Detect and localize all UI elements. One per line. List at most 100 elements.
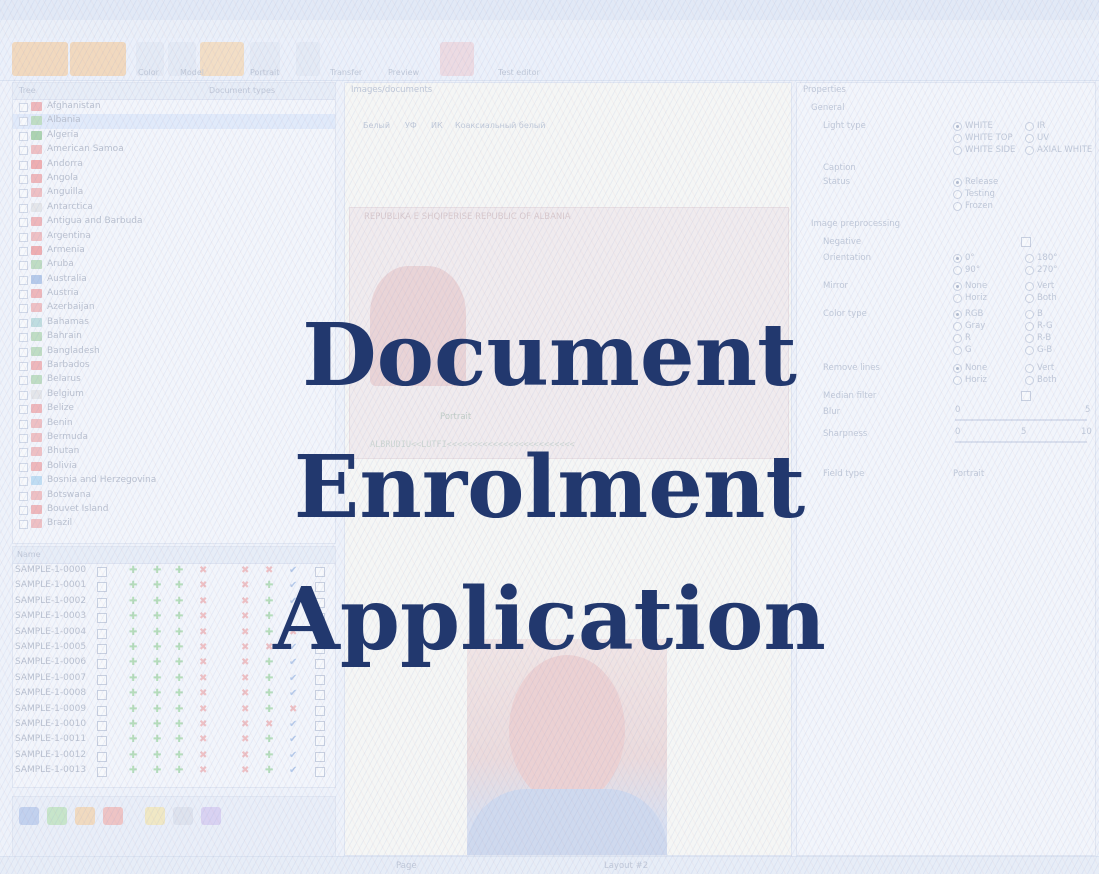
row-checkbox[interactable] [97, 767, 107, 778]
row-checkbox[interactable] [97, 720, 107, 731]
sample-row[interactable]: SAMPLE-1-0012 ✚ ✚ ✚ ✖ ✖ ✚ ✔ [13, 749, 335, 764]
orientation-0-radio[interactable] [953, 254, 962, 263]
status-mark-icon: ✚ [175, 718, 184, 730]
expand-icon[interactable] [19, 218, 28, 228]
add-icon[interactable] [19, 807, 39, 825]
row-checkbox[interactable] [97, 705, 107, 716]
negative-label: Negative [823, 237, 862, 247]
country-item[interactable]: Aruba [13, 258, 335, 272]
sample-row[interactable]: SAMPLE-1-0011 ✚ ✚ ✚ ✖ ✖ ✚ ✔ [13, 733, 335, 748]
row-checkbox[interactable] [97, 751, 107, 762]
row-checkbox[interactable] [315, 751, 325, 762]
expand-icon[interactable] [19, 117, 28, 127]
flag-icon [31, 102, 42, 111]
info-icon[interactable] [201, 807, 221, 825]
expand-icon[interactable] [19, 203, 28, 213]
country-item[interactable]: Algeria [13, 129, 335, 143]
row-checkbox[interactable] [315, 690, 325, 701]
expand-icon[interactable] [19, 131, 28, 141]
image-tab[interactable]: Белый [363, 121, 390, 135]
expand-icon[interactable] [19, 275, 28, 285]
status-mark-icon: ✖ [241, 749, 250, 761]
menu-bar [0, 20, 1099, 38]
status-frozen-radio[interactable] [953, 202, 962, 211]
light-axial-white-radio[interactable] [1025, 146, 1034, 155]
expand-icon[interactable] [19, 146, 28, 156]
country-item[interactable]: Afghanistan [13, 100, 335, 114]
country-item[interactable]: Angola [13, 172, 335, 186]
expand-icon[interactable] [19, 261, 28, 271]
sample-row[interactable]: SAMPLE-1-0010 ✚ ✚ ✚ ✖ ✖ ✖ ✔ [13, 718, 335, 733]
country-item[interactable]: Armenia [13, 244, 335, 258]
delete-icon[interactable] [103, 807, 123, 825]
sample-row[interactable]: SAMPLE-1-0008 ✚ ✚ ✚ ✖ ✖ ✚ ✔ [13, 687, 335, 702]
settings-icon[interactable] [173, 807, 193, 825]
country-item[interactable]: Antigua and Barbuda [13, 215, 335, 229]
row-checkbox[interactable] [315, 720, 325, 731]
country-item[interactable]: Anguilla [13, 186, 335, 200]
toolbar-label: Transfer [330, 68, 363, 77]
row-checkbox[interactable] [315, 767, 325, 778]
expand-icon[interactable] [19, 246, 28, 256]
portrait-button[interactable] [200, 42, 244, 76]
light-uv-radio[interactable] [1025, 134, 1034, 143]
expand-icon[interactable] [19, 174, 28, 184]
status-mark-icon: ✚ [129, 749, 138, 761]
status-release-radio[interactable] [953, 178, 962, 187]
expand-icon[interactable] [19, 189, 28, 199]
sample-row[interactable]: SAMPLE-1-0013 ✚ ✚ ✚ ✖ ✖ ✚ ✔ [13, 764, 335, 779]
negative-checkbox[interactable] [1021, 237, 1031, 247]
light-ir-radio[interactable] [1025, 122, 1034, 131]
expand-icon[interactable] [19, 103, 28, 112]
expand-icon[interactable] [19, 160, 28, 170]
status-mark-icon: ✖ [241, 718, 250, 730]
image-tab[interactable]: УФ [405, 121, 417, 135]
title-line-1: Document [302, 305, 797, 406]
copy-icon[interactable] [75, 807, 95, 825]
orientation-90-radio[interactable] [953, 266, 962, 275]
country-item[interactable]: American Samoa [13, 143, 335, 157]
flag-icon [31, 231, 42, 241]
flag-icon [31, 245, 42, 255]
light-white-top-radio[interactable] [953, 134, 962, 143]
light-white-radio[interactable] [953, 122, 962, 131]
country-name: Angola [47, 172, 79, 183]
note-icon[interactable] [145, 807, 165, 825]
country-item[interactable]: Andorra [13, 158, 335, 172]
orientation-270-radio[interactable] [1025, 266, 1034, 275]
sample-name: SAMPLE-1-0009 [15, 703, 87, 714]
country-item[interactable]: Antarctica [13, 201, 335, 215]
row-checkbox[interactable] [315, 736, 325, 747]
tree-column-header: Tree [19, 86, 36, 95]
status-mark-icon: ✚ [265, 688, 274, 700]
save-button[interactable] [70, 42, 126, 76]
status-mark-icon: ✚ [129, 734, 138, 746]
sample-row[interactable]: SAMPLE-1-0009 ✚ ✚ ✚ ✖ ✖ ✚ ✖ [13, 703, 335, 718]
open-button[interactable] [12, 42, 68, 76]
row-checkbox[interactable] [97, 690, 107, 701]
expand-icon[interactable] [19, 232, 28, 242]
country-item[interactable]: Albania [13, 114, 335, 129]
country-item[interactable]: Argentina [13, 230, 335, 244]
status-layout: Layout #2 [604, 861, 649, 871]
status-mark-icon: ✚ [175, 703, 184, 715]
preview-button[interactable] [296, 42, 320, 76]
image-tab[interactable]: Коаксиальный белый [455, 121, 545, 135]
flag-icon [31, 274, 42, 284]
title-line-3: Application [273, 569, 826, 670]
tree-header: Tree Document types [13, 83, 335, 100]
image-tab[interactable]: ИК [431, 121, 443, 135]
country-name: American Samoa [47, 144, 124, 155]
status-mark-icon: ✚ [175, 734, 184, 746]
row-checkbox[interactable] [315, 705, 325, 716]
edit-icon[interactable] [47, 807, 67, 825]
light-option: WHITE TOP [965, 133, 1013, 143]
toolbar: Color Model Portrait Transfer Preview Te… [0, 38, 1099, 81]
test-editor-button[interactable] [440, 42, 474, 76]
status-mark-icon: ✚ [129, 765, 138, 777]
orientation-180-radio[interactable] [1025, 254, 1034, 263]
status-testing-radio[interactable] [953, 190, 962, 199]
country-item[interactable]: Australia [13, 273, 335, 287]
row-checkbox[interactable] [97, 736, 107, 747]
light-white-side-radio[interactable] [953, 146, 962, 155]
